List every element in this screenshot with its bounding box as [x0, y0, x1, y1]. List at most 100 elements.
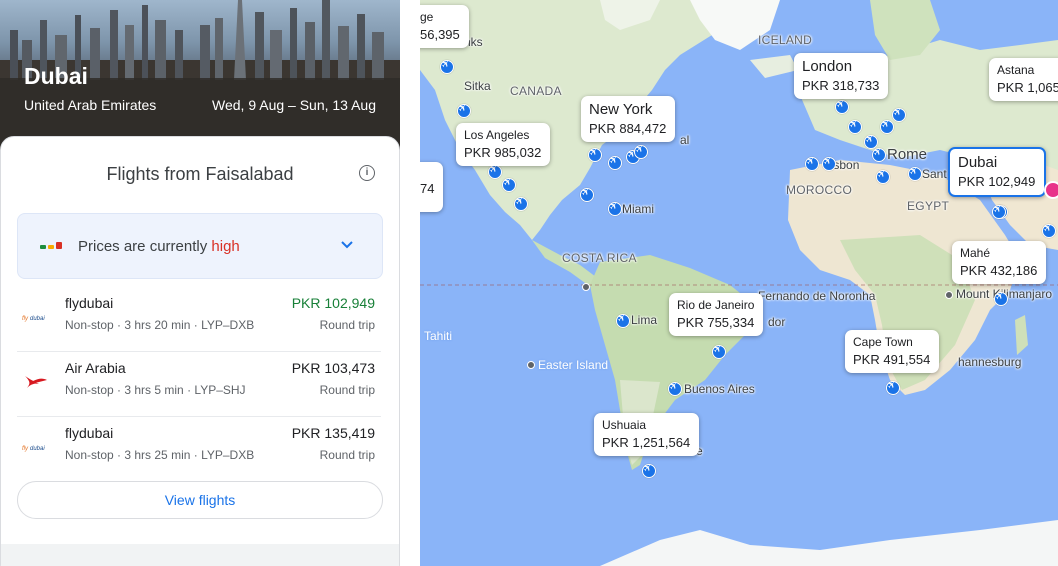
airport-pin[interactable] [876, 170, 890, 184]
airport-pin[interactable] [634, 145, 648, 159]
bubble-price: PKR 1,065 [997, 80, 1058, 95]
map-label-canada: CANADA [510, 84, 562, 98]
flight-option[interactable]: fly dubai flydubai Non-stop · 3 hrs 25 m… [17, 417, 381, 481]
bubble-price: PKR 318,733 [802, 78, 880, 93]
chevron-down-icon[interactable] [340, 240, 354, 250]
stops: Non-stop [65, 383, 114, 397]
map-label-rome: Rome [887, 146, 928, 163]
bubble-price: PKR 432,186 [960, 263, 1038, 278]
airport-pin[interactable] [880, 120, 894, 134]
airport-pin[interactable] [608, 202, 622, 216]
map-label-tahiti: Tahiti [424, 329, 453, 343]
stops: Non-stop [65, 318, 114, 332]
price-bubble-cape-town[interactable]: Cape Town PKR 491,554 [845, 330, 940, 373]
bubble-city: London [802, 58, 853, 75]
price-bubble-partial-west[interactable]: ge 56,395 [420, 5, 469, 48]
price-insight-prefix: Prices are currently [78, 238, 208, 255]
info-icon[interactable]: i [359, 165, 375, 181]
flydubai-logo-icon: fly dubai [22, 316, 45, 322]
route: LYP–SHJ [194, 383, 246, 397]
bubble-price: PKR 491,554 [853, 352, 931, 367]
airport-pin[interactable] [457, 104, 471, 118]
airport-pin[interactable] [642, 464, 656, 478]
airport-pin[interactable] [822, 157, 836, 171]
map-label-sant: Sant [922, 167, 947, 181]
price-bubble-mahe[interactable]: Mahé PKR 432,186 [952, 241, 1047, 284]
airport-pin[interactable] [712, 345, 726, 359]
svg-text:dubai: dubai [30, 316, 45, 322]
route: LYP–DXB [201, 448, 255, 462]
airport-pin[interactable] [488, 165, 502, 179]
svg-text:fly: fly [22, 316, 29, 322]
map-point [945, 291, 953, 299]
bubble-city: Dubai [958, 154, 998, 171]
airport-pin[interactable] [886, 381, 900, 395]
bubble-price: PKR 1,251,564 [602, 435, 691, 450]
flight-details: Non-stop · 3 hrs 20 min · LYP–DXB [65, 318, 255, 332]
airport-pin[interactable] [502, 178, 516, 192]
trip-type: Round trip [319, 383, 375, 397]
bubble-city: ge [420, 10, 434, 24]
card-footer [1, 544, 399, 566]
airport-pin[interactable] [892, 108, 906, 122]
air-arabia-logo-icon [25, 376, 47, 388]
airport-pin[interactable] [872, 148, 886, 162]
price-insight-text: Prices are currently high [78, 238, 240, 255]
flight-price: PKR 103,473 [291, 360, 375, 376]
flight-option[interactable]: fly dubai flydubai Non-stop · 3 hrs 20 m… [17, 287, 381, 352]
price-bubble-ushuaia[interactable]: Ushuaia PKR 1,251,564 [594, 413, 700, 456]
destination-hero: Dubai United Arab Emirates Wed, 9 Aug – … [0, 0, 400, 150]
price-bubble-new-york[interactable]: New York PKR 884,472 [581, 96, 676, 142]
price-bubble-london[interactable]: London PKR 318,733 [794, 53, 889, 99]
price-bubble-dubai[interactable]: Dubai PKR 102,949 [948, 147, 1047, 197]
flight-price: PKR 102,949 [291, 295, 375, 311]
airport-pin[interactable] [1042, 224, 1056, 238]
duration: 3 hrs 20 min [124, 318, 191, 332]
price-bubble-rio[interactable]: Rio de Janeiro PKR 755,334 [669, 293, 764, 336]
map-label-costa-rica: COSTA RICA [562, 251, 637, 265]
price-bubble-partial-west-2[interactable]: 74 [420, 162, 444, 212]
destination-pin[interactable] [992, 205, 1006, 219]
trip-type: Round trip [319, 448, 375, 462]
airport-pin[interactable] [908, 167, 922, 181]
map-label-easter-island: Easter Island [538, 358, 609, 372]
airport-pin[interactable] [580, 188, 594, 202]
map-point [582, 283, 590, 291]
airport-pin[interactable] [835, 100, 849, 114]
bubble-city: Ushuaia [602, 418, 647, 432]
map-label-lima: Lima [631, 313, 658, 327]
map-label-al: al [680, 133, 690, 147]
flight-details: Non-stop · 3 hrs 25 min · LYP–DXB [65, 448, 255, 462]
airport-pin[interactable] [805, 157, 819, 171]
left-panel: Dubai United Arab Emirates Wed, 9 Aug – … [0, 0, 420, 566]
route: LYP–DXB [201, 318, 255, 332]
map-label-fernando: Fernando de Noronha [758, 289, 876, 303]
map-label-morocco: MOROCCO [786, 183, 853, 197]
flight-price: PKR 135,419 [291, 425, 375, 441]
airport-pin[interactable] [608, 156, 622, 170]
price-bubble-astana[interactable]: Astana PKR 1,065 [989, 58, 1058, 101]
bubble-city: Cape Town [853, 335, 913, 349]
flights-card: Flights from Faisalabad i Prices are cur… [0, 136, 400, 566]
svg-text:fly: fly [22, 446, 29, 452]
trip-dates[interactable]: Wed, 9 Aug – Sun, 13 Aug [212, 97, 376, 113]
flight-option[interactable]: Air Arabia Non-stop · 3 hrs 5 min · LYP–… [17, 352, 381, 417]
bubble-price: 56,395 [420, 27, 460, 42]
view-flights-button[interactable]: View flights [17, 481, 383, 519]
bubble-price: PKR 755,334 [677, 315, 755, 330]
airport-pin[interactable] [848, 120, 862, 134]
world-map[interactable]: ICELAND CANADA MOROCCO EGYPT COSTA RICA … [420, 0, 1058, 566]
flydubai-logo-icon: fly dubai [22, 446, 45, 452]
airport-pin[interactable] [514, 197, 528, 211]
airport-pin[interactable] [440, 60, 454, 74]
airport-pin[interactable] [994, 292, 1008, 306]
map-label-egypt: EGYPT [907, 199, 950, 213]
map-label-miami: Miami [622, 202, 654, 216]
airport-pin[interactable] [588, 148, 602, 162]
airport-pin[interactable] [616, 314, 630, 328]
flight-details: Non-stop · 3 hrs 5 min · LYP–SHJ [65, 383, 246, 397]
airline-name: Air Arabia [65, 360, 126, 376]
airport-pin[interactable] [668, 382, 682, 396]
price-bubble-los-angeles[interactable]: Los Angeles PKR 985,032 [456, 123, 551, 166]
price-insight-banner[interactable]: Prices are currently high [17, 213, 383, 279]
